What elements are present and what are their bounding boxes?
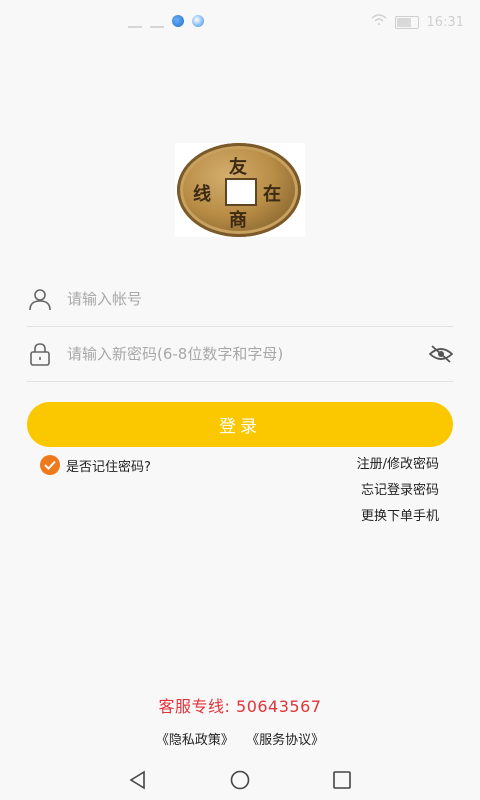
status-bar: 16:31 — [0, 0, 480, 44]
customer-service-hotline[interactable]: 客服专线: 50643567 — [0, 693, 480, 717]
logo-char-top: 友 — [229, 157, 247, 178]
app-logo: 友 在 商 线 — [175, 143, 305, 237]
signal-icon — [150, 14, 164, 28]
home-icon[interactable] — [229, 770, 251, 794]
logo-char-left: 线 — [193, 184, 211, 205]
privacy-policy-link[interactable]: 《隐私政策》 — [156, 733, 234, 748]
service-agreement-link[interactable]: 《服务协议》 — [246, 733, 324, 748]
change-phone-link[interactable]: 更换下单手机 — [357, 508, 439, 534]
lock-icon — [27, 341, 53, 367]
password-field — [27, 327, 454, 382]
battery-icon — [394, 15, 419, 29]
wifi-icon — [371, 14, 387, 30]
coin-logo-image: 友 在 商 线 — [177, 143, 301, 237]
back-icon[interactable] — [128, 770, 148, 794]
recent-apps-icon[interactable] — [332, 770, 352, 794]
login-button[interactable]: 登录 — [27, 402, 453, 447]
logo-char-right: 在 — [263, 184, 281, 205]
eye-off-icon[interactable] — [428, 343, 454, 365]
user-icon — [27, 286, 53, 312]
status-left — [128, 14, 204, 28]
register-modify-password-link[interactable]: 注册/修改密码 — [357, 456, 439, 482]
policy-links: 《隐私政策》 《服务协议》 — [0, 729, 480, 748]
signal-icon — [128, 14, 142, 28]
remember-password-toggle[interactable]: 是否记住密码? — [40, 455, 151, 475]
checkbox-checked-icon[interactable] — [40, 455, 60, 475]
account-field — [27, 272, 453, 327]
app-notification-icon — [172, 15, 184, 27]
account-input[interactable] — [67, 290, 417, 308]
clock-text: 16:31 — [426, 14, 464, 30]
app-notification-icon — [192, 15, 204, 27]
forgot-password-link[interactable]: 忘记登录密码 — [357, 482, 439, 508]
coin-hole — [225, 178, 257, 206]
password-input[interactable] — [67, 345, 417, 363]
logo-char-bottom: 商 — [229, 210, 247, 231]
remember-password-label: 是否记住密码? — [66, 459, 151, 475]
account-links: 注册/修改密码 忘记登录密码 更换下单手机 — [357, 456, 439, 534]
status-right: 16:31 — [371, 14, 464, 30]
system-nav-bar — [0, 760, 480, 800]
